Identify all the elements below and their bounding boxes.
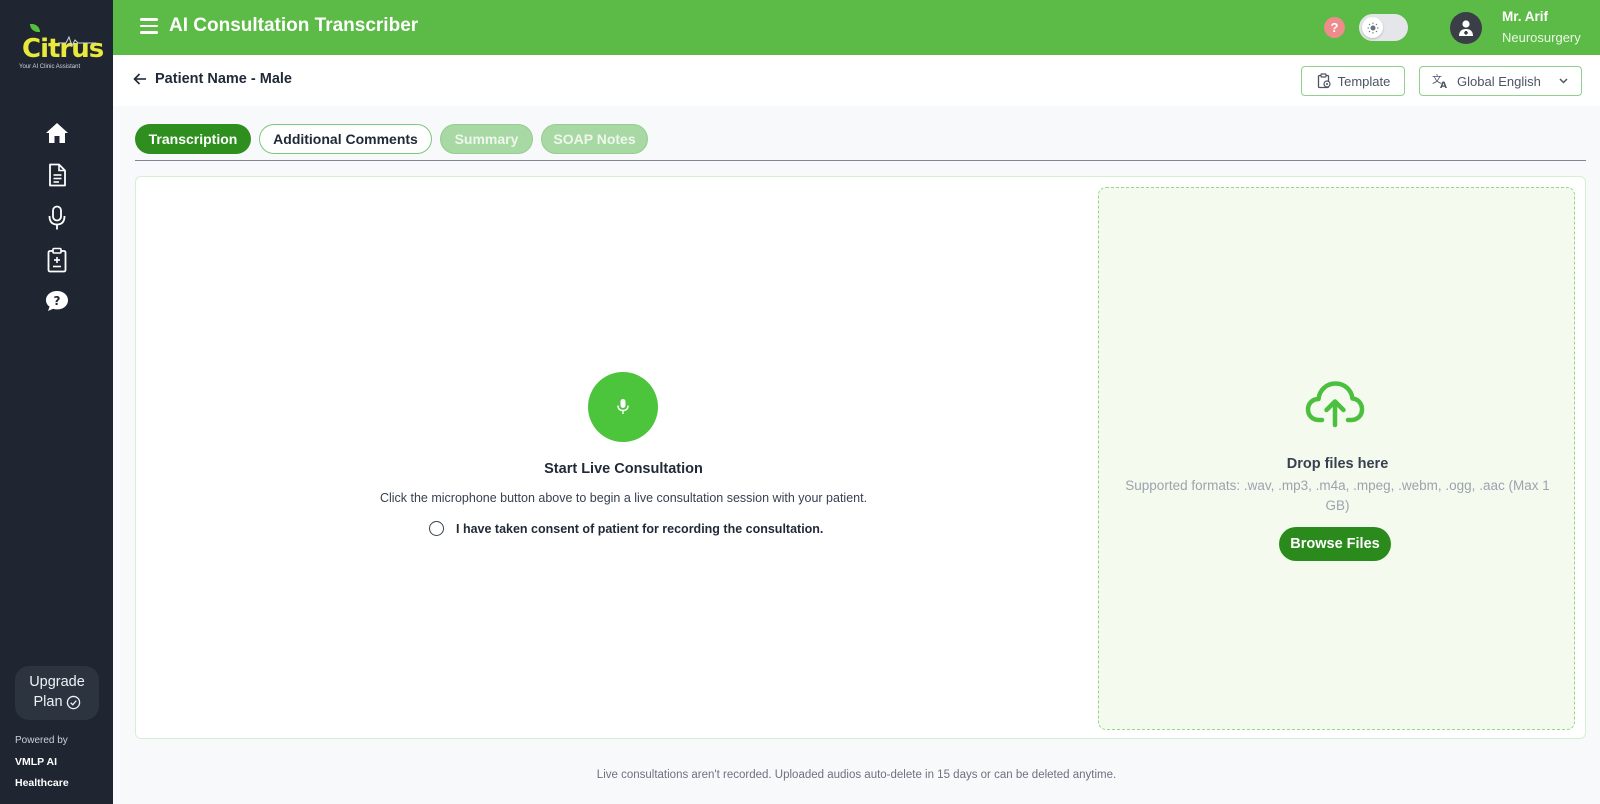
top-header: AI Consultation Transcriber ? Mr. Arif N… (113, 0, 1600, 55)
microphone-icon (617, 399, 629, 414)
doctor-icon (1459, 20, 1473, 36)
user-name[interactable]: Mr. Arif (1502, 9, 1548, 24)
help-chat-icon: ? (46, 291, 68, 311)
browse-files-button[interactable]: Browse Files (1279, 527, 1391, 561)
sun-icon (1362, 17, 1383, 38)
svg-text:?: ? (54, 294, 61, 308)
leaf-icon (30, 24, 40, 32)
language-value: Global English (1457, 73, 1541, 89)
logo-tagline: Your AI Clinic Assistant (19, 64, 81, 70)
back-arrow-icon[interactable] (133, 72, 147, 86)
sidebar: Citrus Your AI Clinic Assistant ? Upgrad… (0, 0, 113, 804)
sidebar-item-documents[interactable] (42, 160, 72, 190)
template-label: Template (1337, 73, 1391, 89)
company-name: VMLP AI Healthcare (15, 752, 85, 794)
tab-additional-comments[interactable]: Additional Comments (259, 124, 432, 154)
language-select[interactable]: 文 A Global English (1419, 66, 1582, 96)
start-recording-button[interactable] (588, 372, 658, 442)
sidebar-item-home[interactable] (42, 118, 72, 148)
home-icon (46, 123, 68, 143)
upgrade-label: Upgrade (29, 674, 85, 690)
supported-formats: Supported formats: .wav, .mp3, .m4a, .mp… (1125, 478, 1550, 513)
translate-icon: 文 A (1432, 73, 1447, 89)
menu-icon[interactable] (140, 18, 158, 34)
privacy-note: Live consultations aren't recorded. Uplo… (596, 769, 1117, 781)
microphone-icon (48, 205, 66, 230)
template-settings-icon (1317, 73, 1331, 89)
cloud-upload-icon (1305, 381, 1365, 428)
live-consultation-title: Start Live Consultation (544, 461, 703, 477)
app-title: AI Consultation Transcriber (169, 15, 419, 36)
drop-files-title: Drop files here (1286, 456, 1389, 472)
plan-label: Plan (33, 694, 63, 710)
patient-name: Patient Name - Male (155, 71, 292, 87)
document-icon (49, 163, 66, 187)
tab-soap-notes[interactable]: SOAP Notes (541, 124, 648, 154)
tab-summary[interactable]: Summary (440, 124, 533, 154)
tab-additional-comments-label: Additional Comments (273, 131, 418, 147)
theme-toggle[interactable] (1359, 14, 1408, 41)
patient-bar: Patient Name - Male Template 文 A Global … (113, 55, 1600, 106)
tab-transcription[interactable]: Transcription (135, 124, 251, 154)
template-button[interactable]: Template (1301, 66, 1405, 96)
consent-radio[interactable] (429, 521, 444, 536)
check-circle-icon (66, 695, 80, 709)
powered-by-label: Powered by (15, 735, 68, 746)
chevron-down-icon (1559, 78, 1568, 84)
tab-divider (135, 160, 1586, 161)
pulse-icon (58, 35, 96, 48)
sidebar-item-clipboard[interactable] (42, 245, 72, 275)
avatar[interactable] (1450, 12, 1482, 44)
file-dropzone[interactable]: Drop files here Supported formats: .wav,… (1098, 187, 1575, 730)
citrus-logo[interactable]: Citrus Your AI Clinic Assistant (18, 24, 104, 74)
upgrade-plan-button[interactable]: Upgrade Plan (15, 666, 99, 720)
help-button[interactable]: ? (1324, 17, 1345, 38)
sidebar-item-help[interactable]: ? (42, 286, 72, 316)
svg-text:A: A (1440, 81, 1447, 89)
company-line-1: VMLP AI (15, 756, 58, 768)
consent-label: I have taken consent of patient for reco… (456, 521, 824, 536)
clipboard-icon (47, 247, 67, 273)
company-line-2: Healthcare (15, 777, 69, 789)
consent-option[interactable]: I have taken consent of patient for reco… (429, 521, 823, 536)
sidebar-item-microphone[interactable] (42, 203, 72, 233)
transcription-panel: Start Live Consultation Click the microp… (135, 176, 1586, 739)
live-consultation-description: Click the microphone button above to beg… (379, 491, 868, 505)
user-department: Neurosurgery (1502, 30, 1581, 45)
